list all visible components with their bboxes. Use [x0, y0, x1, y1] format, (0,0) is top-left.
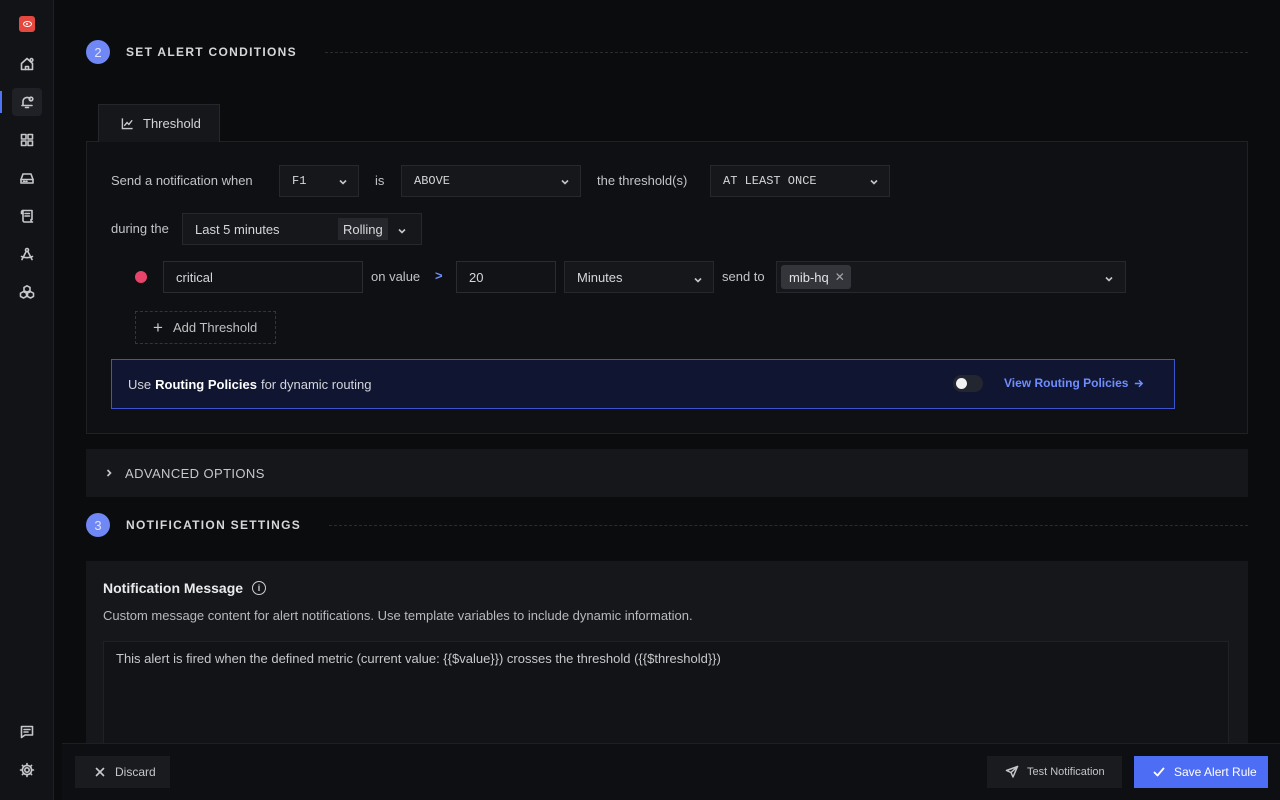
unit-select[interactable]: Minutes: [564, 261, 714, 293]
view-routing-policies-link[interactable]: View Routing Policies: [1004, 376, 1144, 390]
alert-conditions-header: 2 SET ALERT CONDITIONS: [86, 40, 1248, 64]
plus-icon: +: [153, 317, 163, 337]
close-icon: [95, 767, 105, 777]
test-notification-button[interactable]: Test Notification: [987, 756, 1122, 788]
routing-suffix: for dynamic routing: [260, 376, 372, 392]
section-title: NOTIFICATION SETTINGS: [126, 518, 302, 532]
operator-select[interactable]: ABOVE: [401, 165, 581, 197]
chevron-down-icon: [1104, 273, 1114, 283]
tab-threshold-label: Threshold: [143, 116, 201, 131]
step-number-badge: 2: [86, 40, 110, 64]
during-label: during the: [111, 221, 169, 236]
threshold-name-input[interactable]: critical: [163, 261, 363, 293]
section-divider: [324, 51, 1248, 53]
notification-message-title: Notification Message i: [103, 580, 267, 596]
routing-policies-toggle[interactable]: [953, 375, 983, 392]
dashboards-icon[interactable]: [0, 125, 54, 155]
notification-message-description: Custom message content for alert notific…: [103, 608, 693, 623]
send-when-label: Send a notification when: [111, 173, 253, 188]
save-alert-rule-label: Save Alert Rule: [1174, 765, 1257, 779]
threshold-name-value: critical: [176, 269, 213, 285]
advanced-options-collapse[interactable]: ADVANCED OPTIONS: [86, 449, 1248, 497]
sidebar: [0, 0, 54, 800]
section-divider: [329, 524, 1248, 526]
alerts-icon[interactable]: [0, 87, 54, 117]
query-select[interactable]: F1: [279, 165, 359, 197]
threshold-value: 20: [469, 269, 484, 285]
step-number-badge: 3: [86, 513, 110, 537]
info-icon[interactable]: i: [252, 581, 267, 595]
discard-button[interactable]: Discard: [75, 756, 170, 788]
window-type-badge: Rolling: [338, 218, 388, 240]
chevron-down-icon: [693, 273, 703, 283]
integrations-icon[interactable]: [0, 277, 54, 307]
view-routing-label: View Routing Policies: [1004, 376, 1129, 390]
match-type-select-value: AT LEAST ONCE: [723, 174, 817, 188]
notification-settings-header: 3 NOTIFICATION SETTINGS: [86, 513, 1248, 537]
save-alert-rule-button[interactable]: Save Alert Rule: [1134, 756, 1268, 788]
channel-tag-label: mib-hq: [789, 269, 829, 285]
chevron-down-icon: [338, 177, 348, 187]
threshold-color-dot[interactable]: [135, 271, 147, 283]
close-icon[interactable]: ✕: [835, 270, 845, 284]
discard-label: Discard: [115, 765, 156, 779]
line-chart-icon: [121, 118, 133, 130]
chevron-right-icon: [106, 469, 112, 477]
notification-message-title-text: Notification Message: [103, 580, 244, 596]
section-title: SET ALERT CONDITIONS: [126, 45, 297, 59]
operator-symbol: >: [435, 268, 443, 283]
home-icon[interactable]: [0, 49, 54, 79]
tab-threshold[interactable]: Threshold: [98, 104, 220, 142]
send-to-label: send to: [722, 269, 765, 284]
window-value: Last 5 minutes: [195, 221, 280, 237]
advanced-options-label: ADVANCED OPTIONS: [125, 465, 265, 481]
evaluation-window-select[interactable]: Last 5 minutes Rolling: [182, 213, 422, 245]
is-label: is: [375, 173, 385, 188]
infrastructure-icon[interactable]: [0, 163, 54, 193]
operator-select-value: ABOVE: [414, 174, 451, 188]
test-notification-label: Test Notification: [1027, 766, 1105, 778]
threshold-value-input[interactable]: 20: [456, 261, 556, 293]
chevron-down-icon: [560, 177, 570, 187]
channel-tag: mib-hq ✕: [781, 265, 851, 289]
app-logo[interactable]: [19, 16, 35, 32]
feedback-icon[interactable]: [0, 717, 54, 747]
check-icon: [1153, 767, 1165, 777]
routing-prefix: Use: [128, 376, 152, 392]
notification-message-value: This alert is fired when the defined met…: [116, 651, 721, 666]
notification-message-textarea[interactable]: This alert is fired when the defined met…: [103, 641, 1229, 751]
thresholds-label: the threshold(s): [597, 173, 688, 188]
settings-icon[interactable]: [0, 755, 54, 785]
traces-icon[interactable]: [0, 239, 54, 269]
add-threshold-label: Add Threshold: [172, 320, 258, 335]
match-type-select[interactable]: AT LEAST ONCE: [710, 165, 890, 197]
on-value-label: on value: [371, 269, 421, 284]
routing-bold: Routing Policies: [155, 376, 257, 392]
chevron-down-icon: [869, 177, 879, 187]
logs-icon[interactable]: [0, 201, 54, 231]
add-threshold-button[interactable]: + Add Threshold: [135, 311, 276, 344]
send-icon: [1005, 765, 1019, 778]
arrow-right-icon: [1135, 379, 1144, 387]
query-select-value: F1: [292, 174, 307, 188]
chevron-down-icon: [397, 225, 407, 235]
unit-select-value: Minutes: [577, 269, 623, 285]
